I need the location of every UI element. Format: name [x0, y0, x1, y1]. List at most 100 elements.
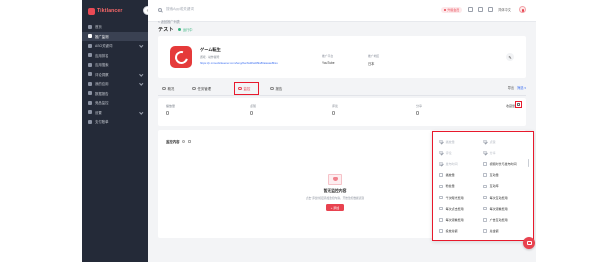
sidebar-item-3[interactable]: 应用排名 — [82, 51, 148, 61]
tab-overview[interactable]: 概况 — [162, 85, 174, 92]
tab-label: 概况 — [167, 87, 175, 91]
column-option-label: 每次点击费用 — [445, 206, 464, 211]
sidebar-item-1[interactable]: 推广监测 — [82, 31, 148, 41]
checkbox-icon[interactable] — [439, 206, 443, 211]
checkbox-icon[interactable] — [439, 218, 443, 222]
checkbox-icon — [439, 150, 443, 155]
tab-label: 任务管理 — [197, 87, 212, 91]
column-option-label: 投放总额 — [445, 229, 458, 234]
checkbox-icon[interactable] — [483, 206, 487, 211]
checkbox-icon[interactable] — [439, 173, 443, 177]
dropdown-scrollbar[interactable] — [527, 159, 529, 167]
top-header: 搜索App或关键词 升级会员 简体中文 — [148, 0, 536, 22]
filter-label[interactable]: 筛选 ▾ — [517, 85, 526, 90]
report-icon — [270, 86, 274, 91]
checkbox-icon[interactable] — [483, 184, 487, 189]
column-option-label: 每次观看费用 — [445, 217, 464, 222]
language-select[interactable]: 简体中文 — [498, 7, 511, 12]
column-option[interactable]: 每次点击费用 — [439, 206, 464, 211]
edit-icon[interactable] — [187, 139, 191, 144]
checkbox-icon[interactable] — [483, 229, 487, 233]
checkbox-icon[interactable] — [483, 162, 487, 166]
export-action[interactable]: 导出 筛选 ▾ — [508, 85, 526, 90]
column-option[interactable]: 投放总额 — [439, 229, 458, 234]
column-option[interactable]: 粉丝量 — [439, 184, 455, 189]
avatar[interactable] — [519, 6, 526, 13]
column-option[interactable]: 每次观看费用 — [483, 206, 508, 211]
column-option[interactable]: 播放量 — [439, 173, 455, 178]
column-settings-button[interactable] — [515, 101, 522, 108]
notification-icon[interactable] — [468, 7, 474, 12]
column-option: 发布时间 — [439, 161, 458, 166]
edit-button[interactable]: ✎ — [506, 53, 514, 61]
upgrade-badge[interactable]: 升级会员 — [440, 6, 463, 13]
sidebar-item-10[interactable]: 支付账单 — [82, 117, 148, 127]
stat-comments: 评论 0 — [332, 104, 338, 117]
breadcrumb[interactable]: < 返回推广列表 — [158, 19, 180, 24]
sidebar-item-label: 评论洞察 — [95, 72, 109, 77]
logo-icon — [88, 7, 95, 15]
sidebar-item-label: 数据报告 — [95, 91, 109, 96]
stat-likes: 点赞 0 — [250, 104, 256, 117]
sidebar-item-6[interactable]: 我的应用 — [82, 79, 148, 89]
checkbox-icon — [439, 139, 443, 144]
sidebar-item-9[interactable]: 设置 — [82, 108, 148, 118]
tab-tasks[interactable]: 任务管理 — [192, 85, 211, 92]
sidebar-item-8[interactable]: 竞品监控 — [82, 98, 148, 108]
column-option[interactable]: 广告互动费用 — [483, 217, 508, 222]
page-title: テスト — [158, 27, 174, 33]
column-option[interactable]: 每次互动费用 — [483, 195, 508, 200]
tasks-icon — [192, 86, 196, 91]
column-option: 分享 — [483, 150, 496, 155]
sidebar-item-0[interactable]: 首页 — [82, 22, 148, 32]
stat-value: 0 — [250, 110, 253, 117]
app-category: 游戏 · 动作冒险 — [200, 55, 220, 59]
tab-report[interactable]: 报告 — [270, 85, 282, 92]
column-option-label: 每次互动费用 — [489, 195, 508, 200]
sidebar-item-7[interactable]: 数据报告 — [82, 89, 148, 99]
column-option[interactable]: 总金额 — [483, 229, 499, 234]
chevron-down-icon — [138, 71, 143, 76]
search-icon — [88, 62, 92, 67]
checkbox-icon — [483, 139, 487, 144]
sidebar-item-label: 我的应用 — [95, 82, 109, 87]
stat-label: 评论 — [332, 104, 339, 108]
region-label: 推广地区 — [368, 54, 380, 58]
chevron-down-icon — [138, 43, 143, 48]
platform-value: YouTube — [322, 60, 335, 65]
chat-button[interactable] — [523, 237, 535, 249]
sidebar-item-5[interactable]: 评论洞察 — [82, 70, 148, 80]
sidebar-item-label: 应用搜索 — [95, 63, 109, 68]
column-option[interactable]: 视频时长与发布时间 — [483, 161, 517, 166]
column-option[interactable]: 互动率 — [483, 184, 499, 189]
checkbox-icon[interactable] — [439, 229, 443, 233]
checkbox-icon[interactable] — [483, 218, 487, 222]
column-option-label: 互动率 — [489, 184, 499, 189]
sidebar-item-4[interactable]: 应用搜索 — [82, 60, 148, 70]
brand-logo[interactable]: Tiktlancer — [88, 7, 123, 15]
stat-favorites: 收藏量 — [506, 104, 515, 108]
column-option[interactable]: 千次曝光费用 — [439, 195, 464, 200]
checkbox-icon[interactable] — [483, 195, 487, 200]
message-icon[interactable] — [478, 7, 484, 12]
app-link[interactable]: https://p.mmeclickeener.com/feng/ibe/6sf… — [200, 61, 310, 65]
sidebar-item-2[interactable]: ASO关键词 — [82, 41, 148, 51]
platform-field: 推广平台 YouTube — [322, 54, 335, 65]
search-input[interactable]: 搜索App或关键词 — [158, 7, 194, 12]
checkbox-icon[interactable] — [439, 195, 443, 200]
empty-title: 暂无监控内容 — [323, 189, 347, 193]
help-icon[interactable] — [181, 139, 185, 144]
column-option-label: 总金额 — [489, 229, 499, 234]
column-option[interactable]: 互动量 — [483, 173, 499, 178]
column-option-label: 广告互动费用 — [489, 217, 508, 222]
stat-label: 分享 — [416, 104, 423, 108]
stat-shares: 分享 0 — [416, 104, 422, 117]
add-content-button[interactable]: + 添加 — [325, 204, 345, 211]
checkbox-icon[interactable] — [483, 173, 487, 177]
help-icon[interactable] — [488, 7, 494, 12]
column-option[interactable]: 每次观看费用 — [439, 217, 464, 222]
stat-label: 播放量 — [166, 104, 176, 108]
gear-icon — [88, 110, 92, 115]
checkbox-icon[interactable] — [439, 184, 443, 189]
column-option-label: 视频时长与发布时间 — [489, 161, 517, 166]
